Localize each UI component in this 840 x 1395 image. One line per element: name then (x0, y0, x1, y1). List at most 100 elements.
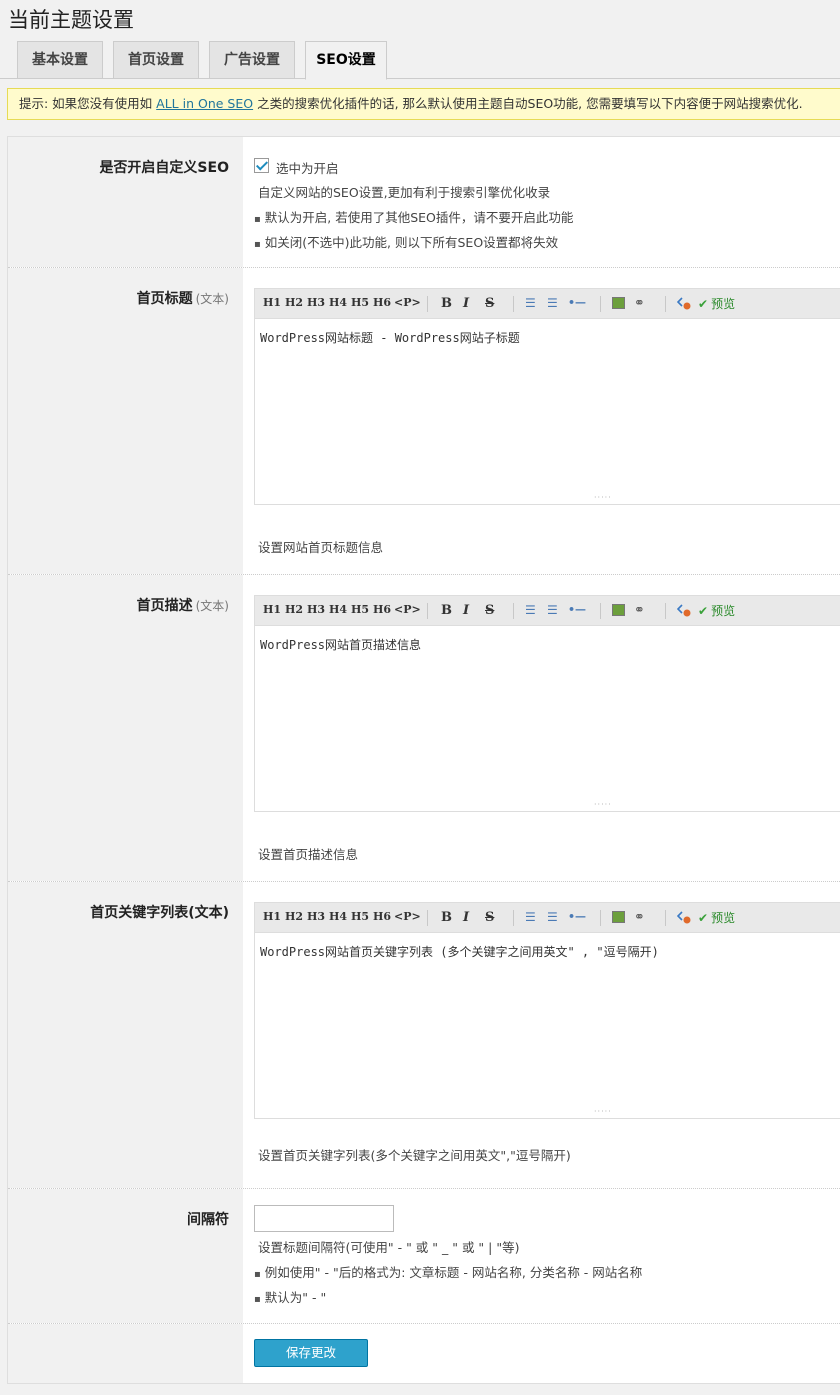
link-icon[interactable]: ⚭ (634, 296, 645, 311)
notice-plugin-link[interactable]: ALL in One SEO (156, 96, 253, 111)
tab-home-settings[interactable]: 首页设置 (113, 41, 199, 79)
resize-handle[interactable]: ····· (594, 493, 612, 502)
h1-button[interactable]: H1 (263, 603, 281, 616)
h5-button[interactable]: H5 (351, 910, 369, 923)
italic-button[interactable]: I (463, 910, 469, 925)
ordered-list-icon[interactable]: ☰ (547, 603, 558, 617)
checkmark-icon: ✔ (698, 911, 709, 925)
row-save: 保存更改 (8, 1324, 840, 1383)
page-title: 当前主题设置 (8, 8, 134, 32)
row-home-title: 首页标题(文本) H1 H2 H3 H4 H5 H6 <P> B I S ☰ (8, 268, 840, 575)
paragraph-button[interactable]: <P> (394, 296, 421, 309)
seo-enable-checkbox[interactable] (254, 158, 269, 173)
h5-button[interactable]: H5 (351, 296, 369, 309)
home-desc-desc: 设置首页描述信息 (258, 847, 359, 862)
row-seo-enable: 是否开启自定义SEO 选中为开启 自定义网站的SEO设置,更加有利于搜索引擎优化… (8, 137, 840, 268)
seo-enable-note: 默认为开启, 若使用了其他SEO插件，请不要开启此功能 (254, 207, 574, 226)
italic-button[interactable]: I (463, 296, 469, 311)
seo-enable-label: 是否开启自定义SEO (99, 160, 229, 176)
separator-note: 例如使用" - "后的格式为: 文章标题 - 网站名称, 分类名称 - 网站名称 (254, 1262, 643, 1281)
row-home-keywords: 首页关键字列表(文本) H1 H2 H3 H4 H5 H6 <P> B I S … (8, 882, 840, 1189)
separator-input[interactable] (254, 1205, 394, 1232)
h3-button[interactable]: H3 (307, 910, 325, 923)
paragraph-button[interactable]: <P> (394, 603, 421, 616)
preview-button[interactable]: ✔ 预览 (698, 295, 735, 312)
editor-toolbar: H1 H2 H3 H4 H5 H6 <P> B I S ☰ ☰ •— ⚭ ✔ 预… (255, 289, 840, 319)
ordered-list-icon[interactable]: ☰ (547, 296, 558, 310)
notice-banner: 提示: 如果您没有使用如 ALL in One SEO 之类的搜索优化插件的话,… (7, 88, 840, 120)
tab-seo-settings[interactable]: SEO设置 (305, 41, 387, 80)
ordered-list-icon[interactable]: ☰ (547, 910, 558, 924)
strikethrough-button[interactable]: S (485, 603, 494, 618)
seo-enable-note: 如关闭(不选中)此功能, 则以下所有SEO设置都将失效 (254, 232, 558, 251)
seo-settings-form: 是否开启自定义SEO 选中为开启 自定义网站的SEO设置,更加有利于搜索引擎优化… (7, 136, 840, 1384)
separator-desc: 设置标题间隔符(可使用" - " 或 " _ " 或 " | "等) (258, 1240, 520, 1255)
paragraph-button[interactable]: <P> (394, 910, 421, 923)
bold-button[interactable]: B (441, 910, 452, 925)
horizontal-rule-icon[interactable]: •— (568, 910, 586, 923)
home-keywords-textarea[interactable]: WordPress网站首页关键字列表 (多个关键字之间用英文" , "逗号隔开) (255, 933, 840, 970)
image-icon[interactable] (612, 604, 625, 616)
home-keywords-desc: 设置首页关键字列表(多个关键字之间用英文","逗号隔开) (258, 1148, 571, 1163)
unordered-list-icon[interactable]: ☰ (525, 603, 536, 617)
h2-button[interactable]: H2 (285, 910, 303, 923)
resize-handle[interactable]: ····· (594, 1107, 612, 1116)
h6-button[interactable]: H6 (373, 603, 391, 616)
tab-ad-settings[interactable]: 广告设置 (209, 41, 295, 79)
home-title-desc: 设置网站首页标题信息 (258, 540, 384, 555)
checkmark-icon: ✔ (698, 604, 709, 618)
h3-button[interactable]: H3 (307, 296, 325, 309)
home-desc-label: 首页描述 (文本) (136, 598, 229, 614)
h2-button[interactable]: H2 (285, 296, 303, 309)
h6-button[interactable]: H6 (373, 296, 391, 309)
tab-basic-settings[interactable]: 基本设置 (17, 41, 103, 79)
preview-button[interactable]: ✔ 预览 (698, 909, 735, 926)
h1-button[interactable]: H1 (263, 910, 281, 923)
seo-enable-desc: 自定义网站的SEO设置,更加有利于搜索引擎优化收录 (258, 185, 551, 200)
image-icon[interactable] (612, 911, 625, 923)
checkmark-icon: ✔ (698, 297, 709, 311)
home-desc-editor: H1 H2 H3 H4 H5 H6 <P> B I S ☰ ☰ •— ⚭ ✔ 预… (254, 595, 840, 812)
source-code-icon[interactable] (677, 296, 691, 310)
home-desc-textarea[interactable]: WordPress网站首页描述信息 (255, 626, 840, 663)
strikethrough-button[interactable]: S (485, 910, 494, 925)
image-icon[interactable] (612, 297, 625, 309)
italic-button[interactable]: I (463, 603, 469, 618)
h4-button[interactable]: H4 (329, 910, 347, 923)
editor-toolbar: H1 H2 H3 H4 H5 H6 <P> B I S ☰ ☰ •— ⚭ ✔ 预… (255, 596, 840, 626)
row-separator: 间隔符 设置标题间隔符(可使用" - " 或 " _ " 或 " | "等) 例… (8, 1189, 840, 1324)
editor-toolbar: H1 H2 H3 H4 H5 H6 <P> B I S ☰ ☰ •— ⚭ ✔ 预… (255, 903, 840, 933)
source-code-icon[interactable] (677, 910, 691, 924)
preview-button[interactable]: ✔ 预览 (698, 602, 735, 619)
unordered-list-icon[interactable]: ☰ (525, 910, 536, 924)
home-keywords-label: 首页关键字列表(文本) (90, 905, 229, 921)
link-icon[interactable]: ⚭ (634, 603, 645, 618)
h1-button[interactable]: H1 (263, 296, 281, 309)
h2-button[interactable]: H2 (285, 603, 303, 616)
link-icon[interactable]: ⚭ (634, 910, 645, 925)
home-title-textarea[interactable]: WordPress网站标题 - WordPress网站子标题 (255, 319, 840, 356)
separator-note: 默认为" - " (254, 1287, 326, 1306)
source-code-icon[interactable] (677, 603, 691, 617)
h5-button[interactable]: H5 (351, 603, 369, 616)
h6-button[interactable]: H6 (373, 910, 391, 923)
unordered-list-icon[interactable]: ☰ (525, 296, 536, 310)
save-button[interactable]: 保存更改 (254, 1339, 368, 1367)
h4-button[interactable]: H4 (329, 296, 347, 309)
tab-bar: 基本设置 首页设置 广告设置 SEO设置 (0, 41, 840, 80)
bold-button[interactable]: B (441, 296, 452, 311)
home-title-editor: H1 H2 H3 H4 H5 H6 <P> B I S ☰ ☰ •— ⚭ ✔ 预… (254, 288, 840, 505)
separator-label: 间隔符 (187, 1212, 229, 1228)
h4-button[interactable]: H4 (329, 603, 347, 616)
horizontal-rule-icon[interactable]: •— (568, 296, 586, 309)
seo-enable-checkbox-label: 选中为开启 (276, 161, 339, 176)
strikethrough-button[interactable]: S (485, 296, 494, 311)
horizontal-rule-icon[interactable]: •— (568, 603, 586, 616)
home-title-label: 首页标题 (文本) (136, 291, 229, 307)
h3-button[interactable]: H3 (307, 603, 325, 616)
notice-suffix: 之类的搜索优化插件的话, 那么默认使用主题自动SEO功能, 您需要填写以下内容便… (253, 96, 803, 111)
notice-prefix: 提示: 如果您没有使用如 (19, 96, 157, 111)
resize-handle[interactable]: ····· (594, 800, 612, 809)
row-home-desc: 首页描述(文本) H1 H2 H3 H4 H5 H6 <P> B I S ☰ (8, 575, 840, 882)
bold-button[interactable]: B (441, 603, 452, 618)
